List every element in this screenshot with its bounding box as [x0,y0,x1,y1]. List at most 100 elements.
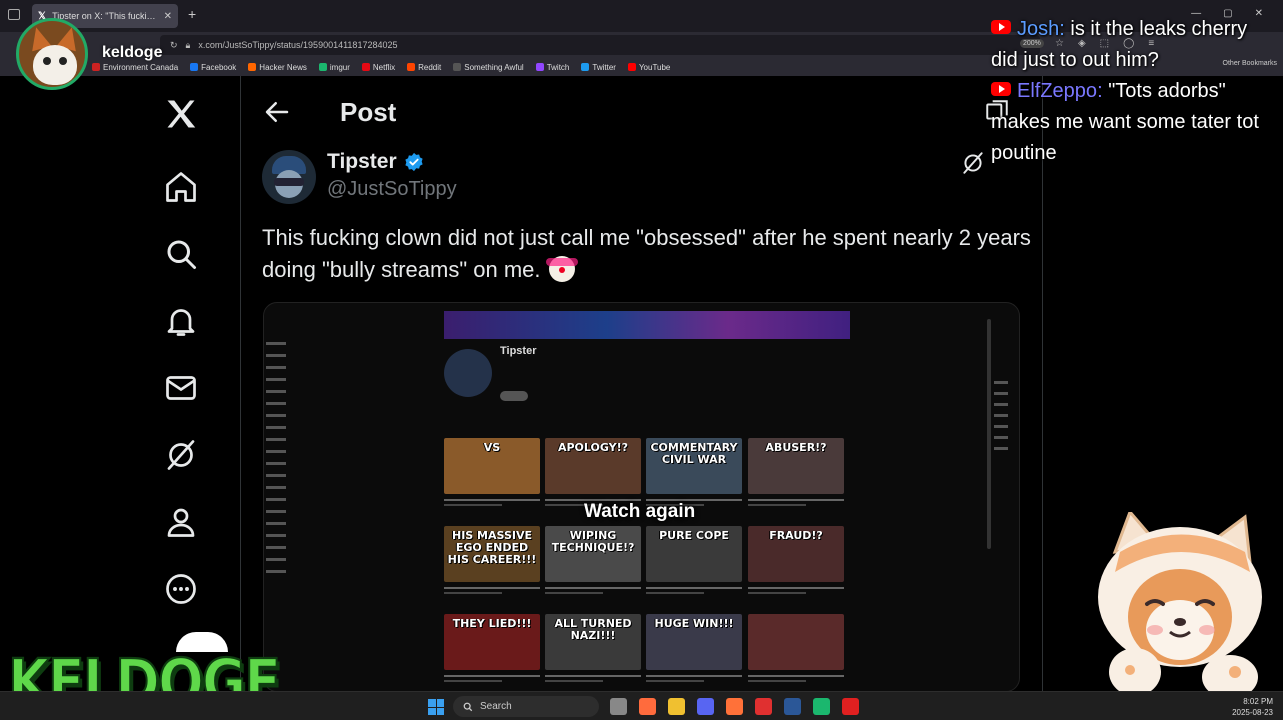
thumbnail-caption [748,672,844,686]
clown-emoji-icon [545,256,578,282]
thumbnail-text: PURE COPE [659,529,729,542]
youtube-right-panel [990,373,1014,473]
tweet-text: This fucking clown did not just call me … [262,222,1042,286]
taskbar-apps [610,698,859,715]
messages-icon[interactable] [161,368,201,408]
bookmark-item[interactable]: Netflix [361,63,395,72]
taskbar-search-placeholder: Search [480,701,512,712]
thumbnail-caption [444,496,540,510]
taskbar-search[interactable]: Search [453,696,599,717]
video-thumbnail [748,614,844,670]
video-thumbnail: VS [444,438,540,494]
x-logo-icon[interactable] [161,94,201,134]
taskbar-app-icon[interactable] [639,698,656,715]
bookmark-label: Reddit [418,62,442,72]
notifications-icon[interactable] [161,301,201,341]
taskbar-app-icon[interactable] [842,698,859,715]
bookmark-label: Facebook [201,62,237,72]
video-thumbnail: COMMENTARY CIVIL WAR [646,438,742,494]
thumbnail-text: ABUSER!? [765,441,827,454]
more-icon[interactable] [161,569,201,609]
watch-again-button[interactable]: Watch again [584,501,695,523]
bookmark-favicon-icon [318,63,327,71]
bookmark-item[interactable]: YouTube [627,62,671,72]
youtube-channel-name: Tipster [500,345,537,357]
video-thumbnail: FRAUD!? [748,526,844,582]
thumbnail-text: APOLOGY!? [557,441,629,454]
back-arrow-icon[interactable] [262,97,292,127]
taskbar-date: 2025-08-23 [1232,708,1273,717]
thumbnail-caption [545,584,641,598]
video-frame: Tipster VS APOLOGY!? COMMENTARY CIVIL WAR A… [264,303,1019,691]
bookmark-item[interactable]: imgur [318,63,350,72]
home-icon[interactable] [161,167,201,207]
video-thumbnail: ABUSER!? [748,438,844,494]
bookmark-item[interactable]: Hacker News [248,63,307,72]
thumbnail-caption [646,584,742,598]
grok-side-icon[interactable] [960,150,986,176]
taskbar-app-icon[interactable] [668,698,685,715]
url-bar[interactable]: ↻ 🔒︎ x.com/JustSoTippy/status/1959001411… [160,35,1040,55]
bookmark-favicon-icon [190,63,199,71]
new-tab-button[interactable]: + [188,6,196,22]
chat-message: ElfZeppo: "Tots adorbs" makes me want so… [991,80,1259,164]
streamer-name: keldoge [102,44,163,61]
bookmark-label: Twitter [592,62,616,72]
vtuber-mascot [1098,512,1262,699]
verified-badge-icon[interactable] [403,151,425,173]
bookmark-item[interactable]: Environment Canada [92,63,178,72]
bookmark-item[interactable]: Reddit [407,63,441,72]
youtube-icon [991,20,1011,34]
video-thumbnail: THEY LIED!!! [444,614,540,670]
youtube-icon [991,82,1011,96]
youtube-channel-banner [444,311,850,339]
refresh-icon[interactable]: ↻ [170,40,178,51]
bookmark-label: Twitch [546,62,570,72]
video-thumbnail: ALL TURNED NAZI!!! [545,614,641,670]
bookmark-label: Hacker News [259,62,307,72]
thumbnail-text: WIPING TECHNIQUE!? [551,529,635,554]
thumbnail-caption [646,672,742,686]
tab-title: Tipster on X: "This fucking clow [52,11,158,21]
grok-icon[interactable] [161,435,201,475]
taskbar-app-icon[interactable] [697,698,714,715]
profile-icon[interactable] [161,502,201,542]
windows-start-icon[interactable] [428,699,444,715]
author-avatar[interactable] [262,150,316,204]
youtube-left-menu [264,333,314,691]
tab-list-button[interactable] [8,9,20,20]
bookmark-item[interactable]: Facebook [190,63,236,72]
embedded-video[interactable]: Tipster VS APOLOGY!? COMMENTARY CIVIL WAR A… [263,302,1020,692]
video-thumbnail: HUGE WIN!!! [646,614,742,670]
taskbar-app-icon[interactable] [726,698,743,715]
tab-close-icon[interactable]: ✕ [164,11,172,22]
bookmark-favicon-icon [92,63,100,71]
lock-icon[interactable]: 🔒︎ [186,40,191,51]
taskbar-app-icon[interactable] [610,698,627,715]
author-handle[interactable]: @JustSoTippy [327,178,457,201]
thumbnail-text: HIS MASSIVE EGO ENDED HIS CAREER!!! [447,529,537,566]
taskbar-app-icon[interactable] [755,698,772,715]
bookmark-favicon-icon [248,63,257,71]
taskbar-app-icon[interactable] [784,698,801,715]
bookmark-favicon-icon [627,63,636,71]
bookmark-favicon-icon [581,63,590,71]
bookmark-item[interactable]: Twitter [581,63,616,72]
bookmark-label: YouTube [638,62,671,72]
youtube-channel-avatar [444,349,492,397]
search-icon[interactable] [161,234,201,274]
bookmark-item[interactable]: Twitch [535,62,570,72]
author-name-row[interactable]: Tipster [327,150,425,174]
author-name[interactable]: Tipster [327,150,397,174]
taskbar-app-icon[interactable] [813,698,830,715]
x-sidebar [0,76,240,691]
bookmark-item[interactable]: Something Awful [453,63,524,72]
video-thumbnail: WIPING TECHNIQUE!? [545,526,641,582]
bookmark-favicon-icon [535,63,544,71]
stream-chat-overlay: Josh: is it the leaks cherry did just to… [991,14,1276,169]
taskbar-clock[interactable]: 8:02 PM 2025-08-23 [1232,696,1273,718]
windows-taskbar: Search 8:02 PM 2025-08-23 [0,691,1283,720]
bookmark-label: Environment Canada [103,62,179,72]
page-title: Post [340,96,397,127]
thumbnail-text: VS [483,441,501,454]
